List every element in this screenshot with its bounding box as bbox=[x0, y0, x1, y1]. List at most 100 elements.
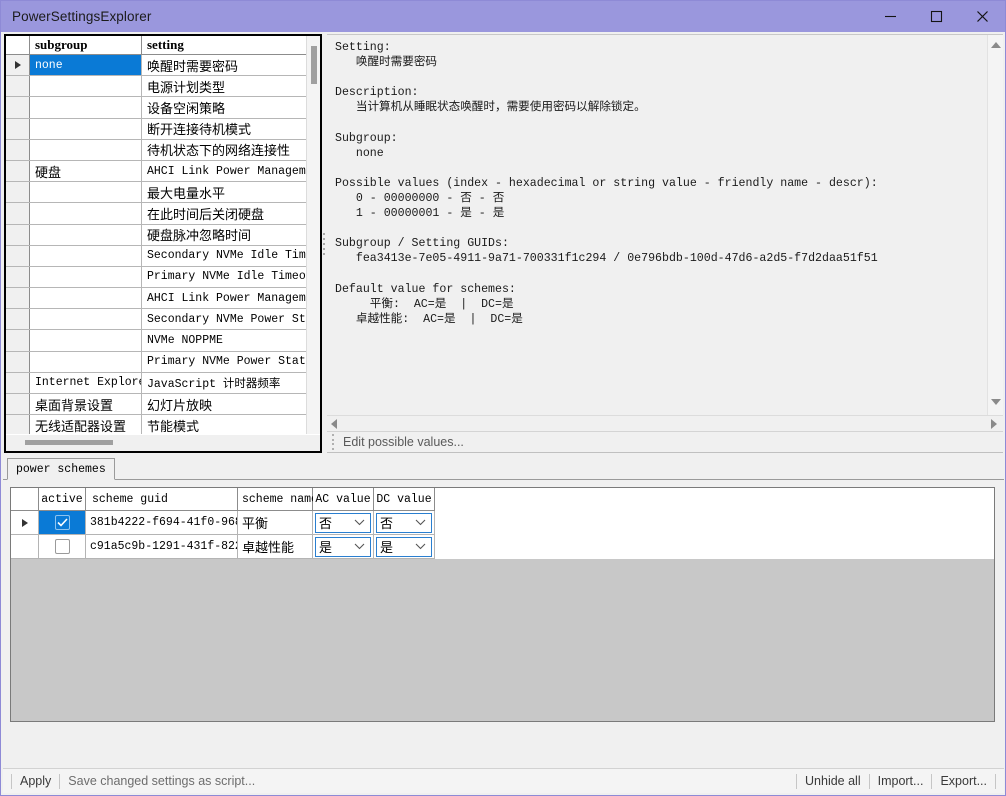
cell-subgroup[interactable] bbox=[30, 76, 142, 96]
cell-subgroup[interactable] bbox=[30, 119, 142, 139]
row-selector-cell[interactable] bbox=[6, 267, 30, 287]
settings-grid-horizontal-scrollbar[interactable] bbox=[6, 435, 320, 451]
row-selector-arrow-icon[interactable] bbox=[6, 55, 30, 75]
row-selector-arrow-icon[interactable] bbox=[11, 511, 39, 535]
cell-setting[interactable]: 断开连接待机模式 bbox=[142, 119, 306, 139]
cell-dc-value[interactable]: 是 bbox=[374, 535, 435, 559]
minimize-button[interactable] bbox=[867, 1, 913, 32]
dc-value-dropdown[interactable]: 否 bbox=[376, 513, 432, 533]
active-checkbox[interactable] bbox=[55, 515, 70, 530]
cell-setting[interactable]: Secondary NVMe Idle Timeou bbox=[142, 246, 306, 266]
unhide-all-button[interactable]: Unhide all bbox=[805, 774, 861, 788]
cell-subgroup[interactable] bbox=[30, 309, 142, 329]
table-row[interactable]: 381b4222-f694-41f0-9685-ff5bb260df2e平衡否否 bbox=[11, 511, 994, 535]
apply-button[interactable]: Apply bbox=[20, 774, 51, 788]
cell-setting[interactable]: Primary NVMe Power State T: bbox=[142, 352, 306, 372]
settings-row[interactable]: 最大电量水平 bbox=[6, 182, 306, 203]
row-selector-cell[interactable] bbox=[6, 203, 30, 223]
cell-ac-value[interactable]: 否 bbox=[313, 511, 374, 535]
cell-subgroup[interactable] bbox=[30, 182, 142, 202]
cell-setting[interactable]: 待机状态下的网络连接性 bbox=[142, 140, 306, 160]
cell-setting[interactable]: 唤醒时需要密码 bbox=[142, 55, 306, 75]
cell-subgroup[interactable] bbox=[30, 352, 142, 372]
cell-subgroup[interactable] bbox=[30, 288, 142, 308]
column-header-scheme-guid[interactable]: scheme guid bbox=[86, 488, 238, 511]
cell-subgroup[interactable] bbox=[30, 97, 142, 117]
column-header-subgroup[interactable]: subgroup bbox=[30, 36, 142, 54]
column-header-ac-value[interactable]: AC value bbox=[313, 488, 374, 511]
cell-setting[interactable]: 幻灯片放映 bbox=[142, 394, 306, 414]
row-selector-cell[interactable] bbox=[6, 394, 30, 414]
row-selector-cell[interactable] bbox=[6, 352, 30, 372]
cell-setting[interactable]: Primary NVMe Idle Timeout bbox=[142, 267, 306, 287]
settings-row[interactable]: 断开连接待机模式 bbox=[6, 119, 306, 140]
row-selector-cell[interactable] bbox=[6, 415, 30, 434]
cell-scheme-guid[interactable]: 381b4222-f694-41f0-9685-ff5bb260df2e bbox=[86, 511, 238, 535]
settings-row[interactable]: Internet ExplorerJavaScript 计时器频率 bbox=[6, 373, 306, 394]
column-header-setting[interactable]: setting bbox=[142, 36, 306, 54]
row-selector-cell[interactable] bbox=[11, 535, 39, 559]
cell-scheme-name[interactable]: 卓越性能 bbox=[238, 535, 313, 559]
cell-scheme-name[interactable]: 平衡 bbox=[238, 511, 313, 535]
settings-row[interactable]: Primary NVMe Idle Timeout bbox=[6, 267, 306, 288]
column-header-scheme-name[interactable]: scheme name bbox=[238, 488, 313, 511]
settings-row[interactable]: NVMe NOPPME bbox=[6, 330, 306, 351]
cell-subgroup[interactable] bbox=[30, 246, 142, 266]
row-selector-cell[interactable] bbox=[6, 288, 30, 308]
cell-setting[interactable]: AHCI Link Power Management bbox=[142, 288, 306, 308]
scroll-left-icon[interactable] bbox=[331, 419, 337, 429]
dc-value-dropdown[interactable]: 是 bbox=[376, 537, 432, 557]
column-header-indicator[interactable] bbox=[6, 36, 30, 54]
settings-row[interactable]: 无线适配器设置节能模式 bbox=[6, 415, 306, 434]
row-selector-cell[interactable] bbox=[6, 225, 30, 245]
cell-subgroup[interactable]: 无线适配器设置 bbox=[30, 415, 142, 434]
cell-setting[interactable]: 设备空闲策略 bbox=[142, 97, 306, 117]
row-selector-cell[interactable] bbox=[6, 330, 30, 350]
save-script-button[interactable]: Save changed settings as script... bbox=[68, 774, 255, 788]
cell-setting[interactable]: NVMe NOPPME bbox=[142, 330, 306, 350]
scroll-right-icon[interactable] bbox=[991, 419, 997, 429]
ac-value-dropdown[interactable]: 否 bbox=[315, 513, 371, 533]
cell-active[interactable] bbox=[39, 511, 86, 535]
import-button[interactable]: Import... bbox=[878, 774, 924, 788]
row-selector-cell[interactable] bbox=[6, 161, 30, 181]
cell-subgroup[interactable] bbox=[30, 225, 142, 245]
close-button[interactable] bbox=[959, 1, 1005, 32]
tab-power-schemes[interactable]: power schemes bbox=[7, 458, 115, 480]
row-selector-cell[interactable] bbox=[6, 246, 30, 266]
settings-row[interactable]: 在此时间后关闭硬盘 bbox=[6, 203, 306, 224]
cell-setting[interactable]: 硬盘脉冲忽略时间 bbox=[142, 225, 306, 245]
settings-row[interactable]: AHCI Link Power Management bbox=[6, 288, 306, 309]
active-checkbox[interactable] bbox=[55, 539, 70, 554]
row-selector-cell[interactable] bbox=[6, 309, 30, 329]
cell-subgroup[interactable] bbox=[30, 330, 142, 350]
maximize-button[interactable] bbox=[913, 1, 959, 32]
column-header-dc-value[interactable]: DC value bbox=[374, 488, 435, 511]
detail-text-box[interactable]: Setting: 唤醒时需要密码 Description: 当计算机从睡眠状态唤… bbox=[327, 34, 1003, 415]
settings-row[interactable]: 硬盘脉冲忽略时间 bbox=[6, 225, 306, 246]
cell-ac-value[interactable]: 是 bbox=[313, 535, 374, 559]
row-selector-cell[interactable] bbox=[6, 182, 30, 202]
settings-row[interactable]: 待机状态下的网络连接性 bbox=[6, 140, 306, 161]
settings-row[interactable]: none唤醒时需要密码 bbox=[6, 55, 306, 76]
cell-subgroup[interactable] bbox=[30, 203, 142, 223]
power-schemes-grid[interactable]: active scheme guid scheme name AC value … bbox=[10, 487, 995, 722]
scroll-down-icon[interactable] bbox=[988, 394, 1003, 410]
cell-setting[interactable]: JavaScript 计时器频率 bbox=[142, 373, 306, 393]
cell-setting[interactable]: 在此时间后关闭硬盘 bbox=[142, 203, 306, 223]
scroll-up-icon[interactable] bbox=[988, 37, 1003, 53]
cell-active[interactable] bbox=[39, 535, 86, 559]
cell-setting[interactable]: Secondary NVMe Power State bbox=[142, 309, 306, 329]
cell-setting[interactable]: 电源计划类型 bbox=[142, 76, 306, 96]
settings-row[interactable]: 设备空闲策略 bbox=[6, 97, 306, 118]
cell-setting[interactable]: 最大电量水平 bbox=[142, 182, 306, 202]
detail-vertical-scrollbar[interactable] bbox=[987, 35, 1003, 415]
cell-subgroup[interactable]: Internet Explorer bbox=[30, 373, 142, 393]
cell-setting[interactable]: 节能模式 bbox=[142, 415, 306, 434]
scrollbar-thumb[interactable] bbox=[311, 46, 317, 84]
row-selector-cell[interactable] bbox=[6, 119, 30, 139]
settings-grid-vertical-scrollbar[interactable] bbox=[306, 36, 320, 434]
settings-row[interactable]: Secondary NVMe Idle Timeou bbox=[6, 246, 306, 267]
settings-row[interactable]: Primary NVMe Power State T: bbox=[6, 352, 306, 373]
row-selector-cell[interactable] bbox=[6, 140, 30, 160]
